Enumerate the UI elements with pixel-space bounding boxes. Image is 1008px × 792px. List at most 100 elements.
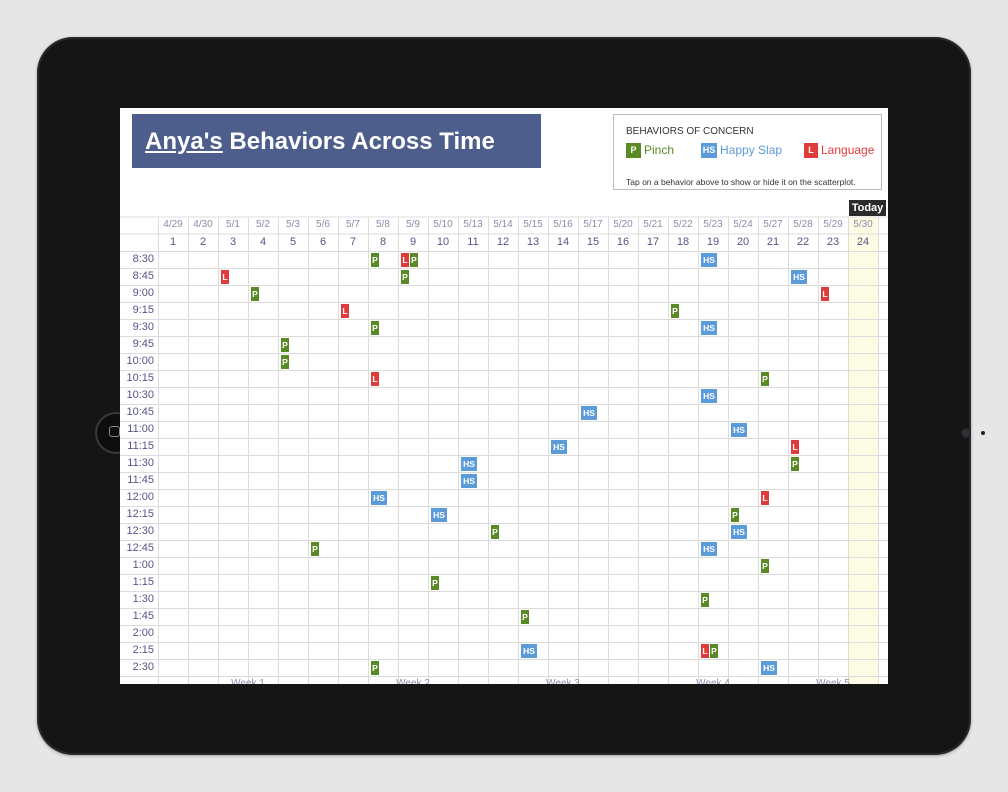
week-label: Week 3 <box>546 678 580 684</box>
legend-label-happy-slap: Happy Slap <box>720 143 783 157</box>
row-time: 9:45 <box>132 338 154 350</box>
today-badge[interactable]: Today <box>849 200 886 216</box>
behavior-legend: BEHAVIORS OF CONCERN P Pinch HS Happy Slap… <box>613 114 882 190</box>
behavior-marker-p[interactable]: P <box>731 508 739 522</box>
row-time: 8:45 <box>132 270 154 282</box>
behavior-marker-p[interactable]: P <box>251 287 259 301</box>
app-screen: Anya's Behaviors Across Time BEHAVIORS O… <box>120 108 888 684</box>
week-label: Week 4 <box>696 678 730 684</box>
today-column <box>848 217 878 684</box>
behavior-marker-p[interactable]: P <box>491 525 499 539</box>
behavior-marker-l[interactable]: L <box>341 304 349 318</box>
row-time: 10:15 <box>126 372 154 384</box>
behavior-marker-p[interactable]: P <box>281 338 289 352</box>
camera-icon <box>962 429 970 437</box>
column-date: 5/7 <box>346 219 360 230</box>
behavior-marker-l[interactable]: L <box>821 287 829 301</box>
behavior-marker-hs[interactable]: HS <box>371 491 387 505</box>
behavior-marker-p[interactable]: P <box>671 304 679 318</box>
column-date: 5/24 <box>733 219 753 230</box>
behavior-marker-l[interactable]: L <box>401 253 409 267</box>
column-day-number: 13 <box>526 236 540 248</box>
behavior-marker-hs[interactable]: HS <box>701 253 717 267</box>
column-day-number: 12 <box>496 236 510 248</box>
behavior-marker-hs[interactable]: HS <box>581 406 597 420</box>
row-time: 12:45 <box>126 542 154 554</box>
behavior-marker-hs[interactable]: HS <box>431 508 447 522</box>
behavior-marker-p[interactable]: P <box>431 576 439 590</box>
behavior-marker-l[interactable]: L <box>221 270 229 284</box>
column-day-number: 16 <box>616 236 630 248</box>
behavior-marker-hs[interactable]: HS <box>761 661 777 675</box>
behavior-marker-hs[interactable]: HS <box>701 542 717 556</box>
behavior-marker-l[interactable]: L <box>761 491 769 505</box>
behavior-marker-p[interactable]: P <box>311 542 319 556</box>
row-time: 1:00 <box>132 559 154 571</box>
behavior-marker-hs[interactable]: HS <box>731 423 747 437</box>
row-time: 12:00 <box>126 491 154 503</box>
behavior-marker-l[interactable]: L <box>371 372 379 386</box>
behavior-marker-p[interactable]: P <box>761 559 769 573</box>
behavior-marker-l[interactable]: L <box>791 440 799 454</box>
legend-code-happy-slap: HS <box>701 143 717 159</box>
page-title-text: Behaviors Across Time <box>222 128 495 155</box>
column-day-number: 5 <box>289 236 297 248</box>
legend-item-language[interactable]: L Language <box>804 143 874 159</box>
behavior-marker-hs[interactable]: HS <box>791 270 807 284</box>
behavior-marker-hs[interactable]: HS <box>701 321 717 335</box>
legend-item-happy-slap[interactable]: HS Happy Slap <box>701 143 783 159</box>
student-name-link[interactable]: Anya's <box>145 128 223 155</box>
behavior-marker-p[interactable]: P <box>791 457 799 471</box>
column-date: 5/16 <box>553 219 573 230</box>
row-time: 11:45 <box>127 474 154 486</box>
column-day-number: 21 <box>766 236 780 248</box>
behavior-marker-p[interactable]: P <box>410 253 418 267</box>
behavior-marker-p[interactable]: P <box>710 644 718 658</box>
behavior-marker-hs[interactable]: HS <box>551 440 567 454</box>
row-time: 11:15 <box>127 440 154 452</box>
behavior-marker-hs[interactable]: HS <box>461 474 477 488</box>
column-date: 5/2 <box>256 219 270 230</box>
behavior-marker-p[interactable]: P <box>371 321 379 335</box>
column-day-number: 15 <box>586 236 600 248</box>
behavior-marker-hs[interactable]: HS <box>701 389 717 403</box>
week-label: Week 5 <box>816 678 850 684</box>
row-time: 8:30 <box>132 253 154 265</box>
sensor-icon <box>981 431 985 435</box>
legend-item-pinch[interactable]: P Pinch <box>626 143 674 159</box>
column-date: 5/30 <box>853 219 873 230</box>
row-time: 10:30 <box>126 389 154 401</box>
column-day-number: 23 <box>826 236 840 248</box>
week-label: Week 2 <box>396 678 430 684</box>
behavior-marker-p[interactable]: P <box>701 593 709 607</box>
behavior-marker-p[interactable]: P <box>761 372 769 386</box>
column-date: 5/6 <box>316 219 330 230</box>
column-day-number: 24 <box>856 236 870 248</box>
row-time: 11:00 <box>127 423 154 435</box>
scatterplot-grid <box>120 216 888 684</box>
row-time: 9:00 <box>132 287 154 299</box>
column-day-number: 18 <box>676 236 690 248</box>
column-day-number: 6 <box>319 236 327 248</box>
behavior-marker-p[interactable]: P <box>521 610 529 624</box>
column-date: 4/29 <box>163 219 183 230</box>
column-day-number: 20 <box>736 236 750 248</box>
behavior-marker-hs[interactable]: HS <box>461 457 477 471</box>
legend-code-pinch: P <box>626 143 641 159</box>
home-square-icon <box>109 426 120 437</box>
column-day-number: 7 <box>349 236 357 248</box>
column-day-number: 9 <box>409 236 417 248</box>
behavior-marker-p[interactable]: P <box>371 661 379 675</box>
legend-title: BEHAVIORS OF CONCERN <box>626 126 754 137</box>
behavior-marker-hs[interactable]: HS <box>521 644 537 658</box>
row-time: 12:30 <box>126 525 154 537</box>
week-label: Week 1 <box>231 678 265 684</box>
row-time: 1:30 <box>132 593 154 605</box>
column-day-number: 3 <box>229 236 237 248</box>
behavior-marker-p[interactable]: P <box>401 270 409 284</box>
behavior-marker-p[interactable]: P <box>371 253 379 267</box>
behavior-marker-l[interactable]: L <box>701 644 709 658</box>
behavior-marker-p[interactable]: P <box>281 355 289 369</box>
row-time: 11:30 <box>127 457 154 469</box>
behavior-marker-hs[interactable]: HS <box>731 525 747 539</box>
